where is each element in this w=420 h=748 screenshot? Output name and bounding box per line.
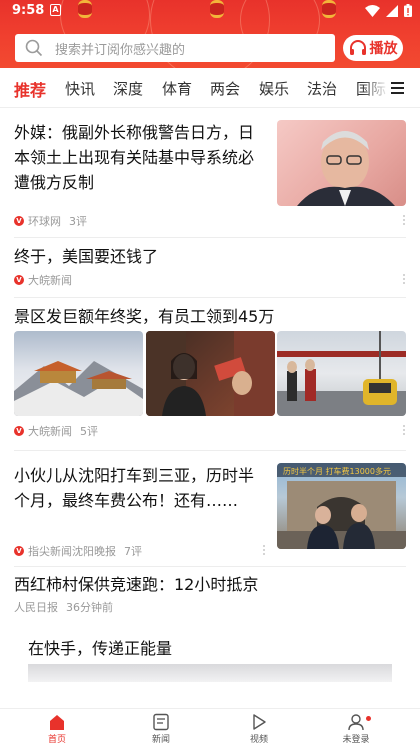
- menu-icon[interactable]: [391, 82, 404, 94]
- divider: [14, 237, 406, 238]
- news-source: 大皖新闻: [28, 425, 72, 438]
- nav-profile[interactable]: 未登录: [326, 713, 386, 745]
- tab-depth[interactable]: 深度: [113, 78, 143, 99]
- news-item[interactable]: 小伙儿从沈阳打车到三亚，历时半个月，最终车费公布！还有…… 历时半个月 打车费1…: [14, 463, 406, 558]
- wifi-icon: [365, 4, 380, 17]
- divider: [14, 566, 406, 567]
- more-options-icon[interactable]: [262, 544, 266, 556]
- status-time: 9:58: [12, 3, 45, 18]
- promo-media-strip: [28, 664, 392, 682]
- news-image-3: [277, 331, 406, 416]
- news-source: 人民日报: [14, 601, 58, 614]
- news-item[interactable]: 外媒：俄副外长称俄警告日方，日本领土上出现有关陆基中导系统必遭俄方反制 V 环球…: [14, 120, 406, 228]
- status-bar: 9:58 A: [0, 0, 420, 24]
- source-badge-icon: V: [14, 216, 24, 226]
- scenic-area-image: [277, 331, 406, 416]
- news-meta: V 环球网 3评: [14, 213, 87, 229]
- mountain-temple-image: [14, 361, 143, 416]
- news-comments: 5评: [80, 425, 98, 438]
- user-icon: [348, 714, 364, 731]
- news-image-1: [14, 331, 143, 416]
- person-with-money-image: [146, 331, 275, 416]
- notification-icon: A: [50, 4, 61, 16]
- news-comments: 3评: [69, 215, 87, 228]
- bottom-navigation: 首页 新闻 视频 未登录: [0, 708, 420, 748]
- more-options-icon[interactable]: [402, 273, 406, 285]
- nav-video[interactable]: 视频: [229, 713, 289, 745]
- app-header: 9:58 A 搜索并订阅你感兴趣的 播放: [0, 0, 420, 68]
- news-title: 景区发巨额年终奖，有员工领到45万: [14, 307, 275, 326]
- news-source: 指尖新闻沈阳晚报: [28, 545, 116, 558]
- promo-title: 在快手，传递正能量: [28, 639, 173, 658]
- news-source: 环球网: [28, 215, 61, 228]
- signal-icon: [386, 4, 398, 17]
- nav-news-label: 新闻: [151, 735, 170, 745]
- nav-video-label: 视频: [249, 735, 268, 745]
- tab-entertainment[interactable]: 娱乐: [259, 78, 289, 99]
- portrait-image: [297, 131, 395, 206]
- news-item[interactable]: 西红柿村保供竞速跑：12小时抵京 人民日报 36分钟前: [14, 572, 406, 618]
- news-icon: [153, 713, 169, 731]
- news-meta: V 大皖新闻 5评: [14, 423, 98, 439]
- tab-two-sessions[interactable]: 两会: [210, 78, 240, 99]
- news-thumbnail: [277, 120, 406, 206]
- video-icon: [253, 714, 266, 730]
- news-thumbnail: 历时半个月 打车费13000多元: [277, 463, 406, 549]
- news-item[interactable]: 景区发巨额年终奖，有员工领到45万 V 大皖新闻 5评: [14, 304, 406, 440]
- nav-news[interactable]: 新闻: [131, 713, 191, 745]
- news-meta: V 指尖新闻沈阳晚报 7评: [14, 543, 142, 559]
- news-image-2: [146, 331, 275, 416]
- city-gate-image: 历时半个月 打车费13000多元: [277, 463, 406, 549]
- search-placeholder: 搜索并订阅你感兴趣的: [55, 42, 186, 58]
- headphone-icon: [349, 40, 366, 55]
- play-button[interactable]: 播放: [343, 35, 403, 61]
- news-title: 终于，美国要还钱了: [14, 247, 159, 266]
- source-badge-icon: V: [14, 546, 24, 556]
- tab-flash[interactable]: 快讯: [65, 78, 95, 99]
- source-badge-icon: V: [14, 426, 24, 436]
- news-title: 外媒：俄副外长称俄警告日方，日本领土上出现有关陆基中导系统必遭俄方反制: [14, 123, 255, 192]
- nav-home-label: 首页: [47, 735, 66, 745]
- play-button-label: 播放: [369, 41, 398, 57]
- divider: [14, 450, 406, 451]
- news-item[interactable]: 终于，美国要还钱了 V 大皖新闻: [14, 244, 406, 290]
- more-options-icon[interactable]: [402, 214, 406, 226]
- source-badge-icon: V: [14, 275, 24, 285]
- news-time: 36分钟前: [66, 601, 113, 614]
- news-source: 大皖新闻: [28, 274, 72, 287]
- news-comments: 7评: [124, 545, 142, 558]
- nav-profile-label: 未登录: [342, 735, 370, 745]
- divider: [14, 297, 406, 298]
- search-input[interactable]: 搜索并订阅你感兴趣的: [15, 34, 335, 62]
- svg-text:历时半个月 打车费13000多元: 历时半个月 打车费13000多元: [283, 466, 391, 476]
- channel-tabs: 推荐 快讯 深度 体育 两会 娱乐 法治 国际: [0, 68, 420, 108]
- notification-dot: [366, 716, 371, 721]
- tab-law[interactable]: 法治: [307, 78, 337, 99]
- promo-card[interactable]: 在快手，传递正能量: [14, 630, 406, 702]
- news-title: 小伙儿从沈阳打车到三亚，历时半个月，最终车费公布！还有……: [14, 466, 255, 510]
- home-icon: [50, 715, 64, 730]
- battery-icon: [404, 4, 412, 17]
- search-icon: [25, 39, 43, 57]
- news-meta: V 大皖新闻: [14, 272, 72, 288]
- more-options-icon[interactable]: [402, 424, 406, 436]
- news-meta: 人民日报 36分钟前: [14, 599, 113, 615]
- news-title: 西红柿村保供竞速跑：12小时抵京: [14, 575, 259, 594]
- nav-home[interactable]: 首页: [27, 713, 87, 745]
- tab-recommend[interactable]: 推荐: [14, 77, 46, 101]
- tab-sports[interactable]: 体育: [162, 78, 192, 99]
- tabs-fade: [362, 68, 392, 107]
